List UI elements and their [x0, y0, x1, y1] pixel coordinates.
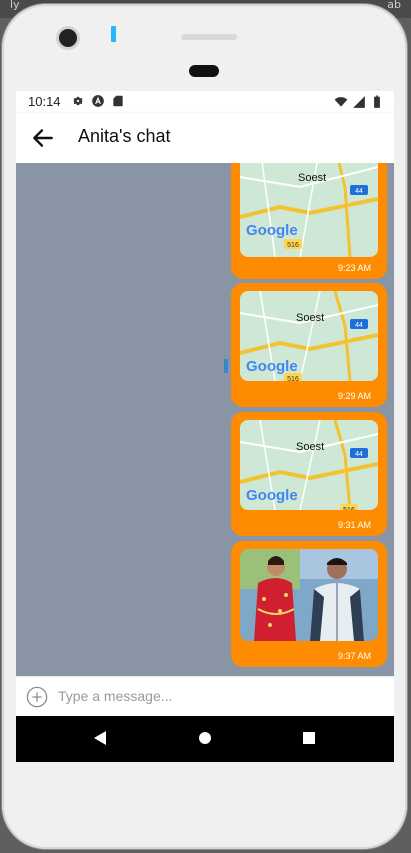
- speaker-grille: [181, 34, 237, 40]
- map-place-label: Soest: [296, 441, 324, 453]
- navigation-bar: [16, 716, 394, 762]
- signal-icon: [353, 96, 365, 108]
- app-bar: Anita's chat: [16, 113, 394, 163]
- road-badge-b: 516: [287, 242, 299, 249]
- a-circle-icon: [92, 95, 104, 107]
- message-time: 9:37 AM: [337, 651, 371, 661]
- front-camera: [59, 29, 77, 47]
- google-logo: Google: [246, 487, 298, 504]
- nav-recents-icon[interactable]: [302, 731, 316, 745]
- road-badge-a: 44: [355, 322, 363, 329]
- map-image: Soest 44 516 Google: [240, 420, 378, 510]
- couple-photo: [240, 549, 378, 641]
- message-composer: [16, 676, 394, 717]
- proximity-sensor: [111, 26, 116, 42]
- message-bubble[interactable]: 9:37 AM: [231, 541, 387, 667]
- google-logo: Google: [246, 358, 298, 375]
- message-list[interactable]: Soest 44 516 Google 9:23 AM Soest 44 516…: [16, 163, 394, 676]
- status-bar: 10:14: [16, 91, 394, 113]
- nav-back-icon[interactable]: [92, 730, 108, 746]
- road-badge-b: 516: [287, 376, 299, 381]
- map-thumbnail[interactable]: Soest 44 516 Google: [240, 420, 378, 510]
- desktop-left-text: ly: [10, 0, 20, 11]
- wifi-icon: [334, 97, 348, 107]
- gear-icon: [72, 96, 84, 106]
- status-time: 10:14: [28, 94, 61, 109]
- message-bubble[interactable]: Soest 44 516 Google 9:31 AM: [231, 412, 387, 536]
- desktop-right-text: ab: [387, 0, 401, 11]
- road-badge-a: 44: [355, 188, 363, 195]
- road-badge-b: 516: [343, 507, 355, 510]
- status-right-icons: [334, 95, 384, 109]
- scroll-indicator: [224, 359, 228, 373]
- phone-frame: 10:14 Anita's chat Soest 44 516 Google 9…: [2, 4, 407, 849]
- plus-circle-icon[interactable]: [26, 686, 48, 708]
- map-thumbnail[interactable]: Soest 44 516 Google: [240, 291, 378, 381]
- message-bubble[interactable]: Soest 44 516 Google 9:29 AM: [231, 283, 387, 407]
- google-logo: Google: [246, 222, 298, 239]
- message-input[interactable]: [58, 685, 368, 707]
- map-place-label: Soest: [296, 312, 324, 324]
- map-image: Soest 44 516 Google: [240, 163, 378, 257]
- map-image: Soest 44 516 Google: [240, 291, 378, 381]
- chat-title: Anita's chat: [78, 126, 171, 146]
- status-left-icons: [71, 94, 125, 108]
- nav-home-icon[interactable]: [198, 731, 212, 745]
- message-time: 9:31 AM: [337, 520, 371, 530]
- sd-card-icon: [113, 95, 123, 107]
- message-bubble[interactable]: Soest 44 516 Google 9:23 AM: [231, 163, 387, 279]
- arrow-left-icon[interactable]: [30, 125, 56, 151]
- earpiece: [189, 65, 219, 77]
- map-thumbnail[interactable]: Soest 44 516 Google: [240, 163, 378, 257]
- message-time: 9:29 AM: [337, 391, 371, 401]
- photo-thumbnail[interactable]: [240, 549, 378, 641]
- road-badge-a: 44: [355, 451, 363, 458]
- battery-icon: [374, 95, 380, 108]
- message-time: 9:23 AM: [337, 263, 371, 273]
- phone-screen: 10:14 Anita's chat Soest 44 516 Google 9…: [16, 91, 394, 762]
- map-place-label: Soest: [298, 172, 326, 184]
